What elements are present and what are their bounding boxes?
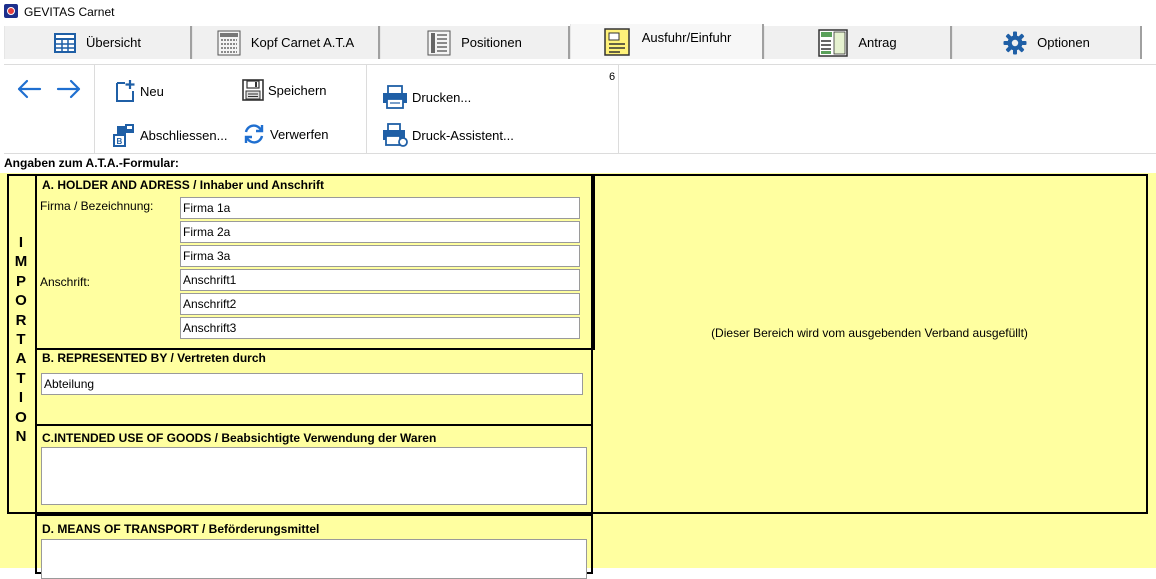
form-icon [818,28,849,57]
company-line-1-input[interactable] [180,197,580,219]
intended-use-textarea[interactable] [41,447,587,505]
address-line-3-input[interactable] [180,317,580,339]
holder-title: A. HOLDER AND ADRESS / Inhaber und Ansch… [42,178,325,192]
company-line-3-input[interactable] [180,245,580,267]
list-document-icon [427,30,451,55]
window-title: GEVITAS Carnet [24,5,115,19]
issuer-section [591,174,1148,514]
transport-textarea[interactable] [41,539,587,579]
tab-uebersicht[interactable]: Übersicht [4,26,192,59]
address-label: Anschrift: [40,275,91,289]
arrow-left-icon [17,79,42,99]
gear-icon [1003,31,1027,54]
form-heading: Angaben zum A.T.A.-Formular: [4,156,179,170]
represented-title: B. REPRESENTED BY / Vertreten durch [42,351,266,365]
back-button[interactable] [16,79,46,99]
new-button[interactable]: Neu [114,79,164,103]
tab-label: Kopf Carnet A.T.A [250,35,355,50]
table-icon [54,32,77,53]
tab-kopf-carnet[interactable]: Kopf Carnet A.T.A [192,26,380,59]
tab-optionen[interactable]: Optionen [952,26,1142,59]
print-button[interactable]: Drucken... [382,85,471,109]
finish-label: Abschliessen... [140,127,228,143]
save-button[interactable]: Speichern [242,79,327,101]
print-label: Drucken... [412,89,472,105]
tab-label: Übersicht [86,35,141,50]
document-header-icon [217,30,241,55]
finish-document-icon: B [113,124,134,147]
finish-button[interactable]: B Abschliessen... [112,123,227,147]
represented-input[interactable] [41,373,583,395]
toolbar: Neu Speichern B Abschliessen... Verwerfe… [4,64,1156,154]
tab-positionen[interactable]: Positionen [380,26,570,59]
save-label: Speichern [268,82,327,98]
transport-title: D. MEANS OF TRANSPORT / Beförderungsmitt… [42,522,320,536]
printer-icon [383,85,407,109]
refresh-icon [244,124,264,144]
print-wizard-label: Druck-Assistent... [412,127,514,143]
tab-ausfuhr-einfuhr[interactable]: Ausfuhr/Einfuhr [570,24,764,59]
discard-label: Verwerfen [270,126,329,142]
issuer-note: (Dieser Bereich wird vom ausgebenden Ver… [711,326,1028,340]
page-number: 6 [609,71,616,83]
tab-strip: Übersicht Kopf Carnet A.T.A Positionen A… [0,24,1156,62]
print-wizard-button[interactable]: Druck-Assistent... [382,123,514,147]
app-logo-icon [4,4,18,18]
tab-label: Optionen [1037,35,1090,50]
svg-text:B: B [117,137,123,146]
title-bar: GEVITAS Carnet [0,0,1156,24]
discard-button[interactable]: Verwerfen [242,123,329,145]
new-label: Neu [140,83,164,99]
company-label: Firma / Bezeichnung: [40,199,154,213]
tab-antrag[interactable]: Antrag [764,26,952,59]
tab-label: Antrag [858,35,897,50]
save-icon [242,79,264,101]
address-line-1-input[interactable] [180,269,580,291]
notepad-icon [603,27,630,56]
forward-button[interactable] [56,79,86,99]
company-line-2-input[interactable] [180,221,580,243]
new-document-icon [116,80,135,102]
importation-label: I M P O R T A T I O N [14,234,28,446]
intended-use-title: C.INTENDED USE OF GOODS / Beabsichtigte … [42,431,437,445]
address-line-2-input[interactable] [180,293,580,315]
arrow-right-icon [56,79,81,99]
tab-label: Positionen [461,35,522,50]
print-wizard-icon [383,123,408,147]
tab-label: Ausfuhr/Einfuhr [641,30,732,45]
